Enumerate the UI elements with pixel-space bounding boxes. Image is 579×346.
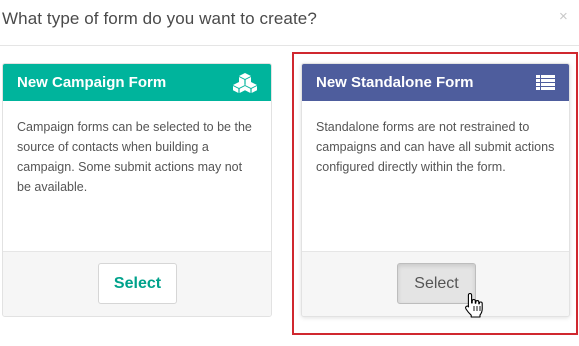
list-icon: [536, 75, 555, 95]
close-icon[interactable]: ×: [559, 9, 568, 24]
campaign-card-description: Campaign forms can be selected to be the…: [17, 120, 252, 194]
standalone-card-title: New Standalone Form: [316, 74, 474, 91]
standalone-card-footer: Select: [302, 251, 569, 316]
modal-header: What type of form do you want to create?…: [0, 0, 579, 46]
modal-title: What type of form do you want to create?: [2, 9, 317, 28]
campaign-card-footer: Select: [3, 251, 271, 316]
campaign-select-button[interactable]: Select: [98, 263, 177, 304]
standalone-card-header: New Standalone Form: [302, 64, 569, 101]
standalone-form-card: New Standalone Form Standalone forms are…: [301, 63, 570, 317]
standalone-card-description: Standalone forms are not restrained to c…: [316, 120, 555, 174]
cubes-icon: [233, 73, 257, 98]
campaign-form-card: New Campaign Form Campaign forms can be …: [2, 63, 272, 317]
campaign-card-title: New Campaign Form: [17, 74, 167, 91]
campaign-card-header: New Campaign Form: [3, 64, 271, 101]
hand-cursor-icon: [464, 292, 484, 323]
